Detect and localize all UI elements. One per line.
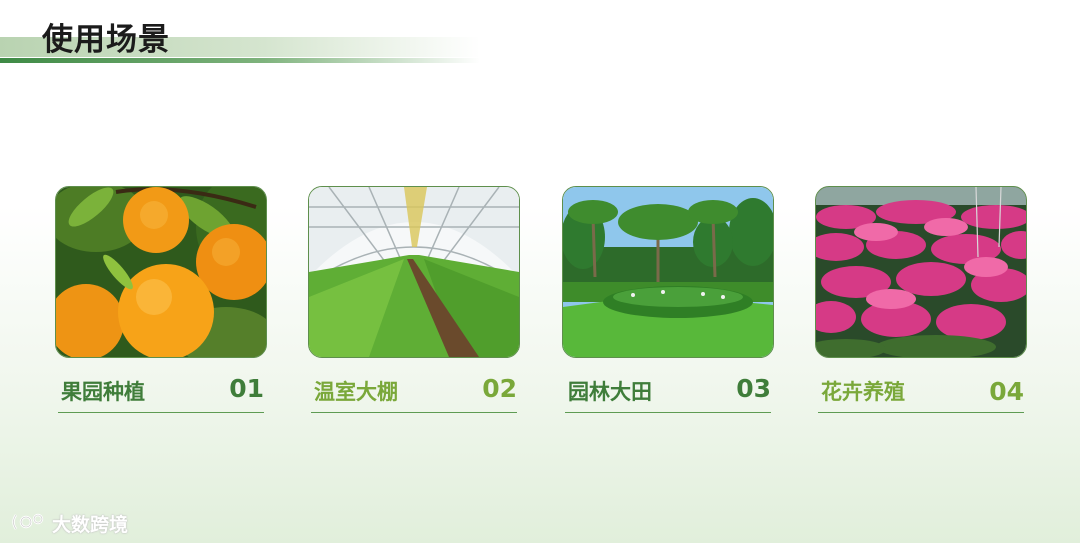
garden-park-photo — [562, 186, 774, 358]
card-caption: 果园种植 01 — [58, 372, 264, 413]
flower-field-photo — [815, 186, 1027, 358]
card-number: 03 — [736, 374, 771, 403]
scenario-card-flowers: 花卉养殖 04 — [815, 186, 1027, 413]
card-label: 花卉养殖 — [821, 380, 905, 404]
watermark: 大数跨境 — [10, 510, 128, 537]
card-label: 温室大棚 — [314, 380, 398, 404]
card-number: 04 — [989, 377, 1024, 406]
orange-orchard-photo — [55, 186, 267, 358]
card-label: 果园种植 — [61, 380, 145, 404]
card-label: 园林大田 — [568, 380, 652, 404]
card-caption: 园林大田 03 — [565, 372, 771, 413]
page-title: 使用场景 — [42, 22, 170, 58]
dashuju-logo-icon — [10, 511, 48, 537]
scenario-card-orchard: 果园种植 01 — [55, 186, 267, 413]
card-number: 01 — [229, 374, 264, 403]
scenario-card-greenhouse: 温室大棚 02 — [308, 186, 520, 413]
card-caption: 花卉养殖 04 — [818, 372, 1024, 413]
card-caption: 温室大棚 02 — [311, 372, 517, 413]
scenario-card-garden: 园林大田 03 — [562, 186, 774, 413]
greenhouse-photo — [308, 186, 520, 358]
card-number: 02 — [482, 374, 517, 403]
watermark-text: 大数跨境 — [52, 514, 129, 536]
